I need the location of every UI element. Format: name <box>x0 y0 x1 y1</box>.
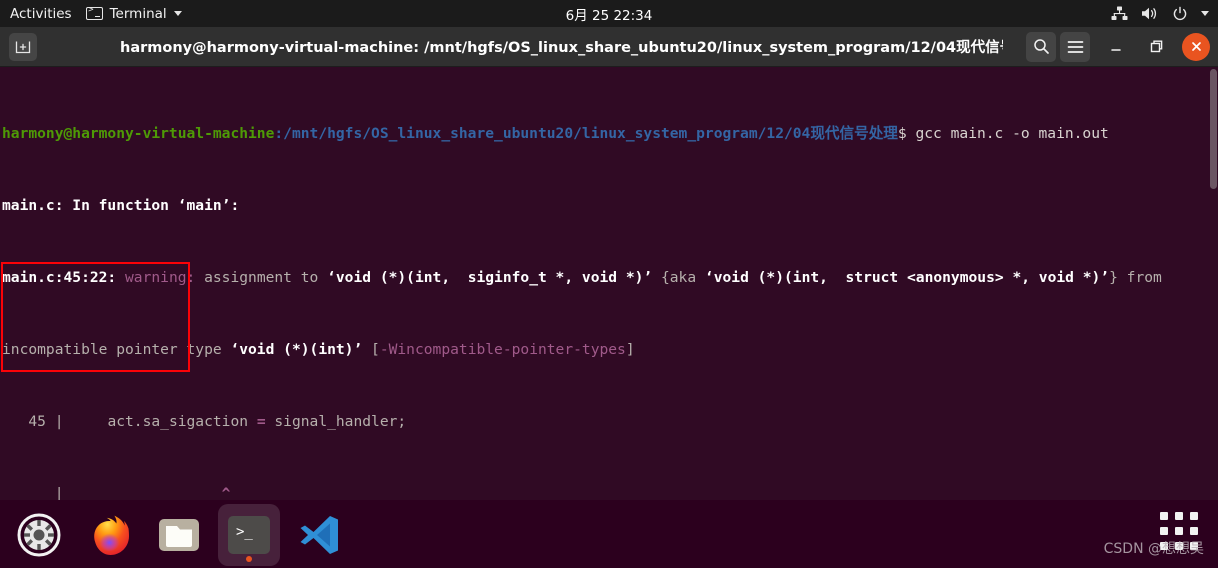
prompt-dollar: $ <box>897 125 916 142</box>
warn-tail: : <box>230 197 240 214</box>
watermark: CSDN @想想吴 <box>1103 541 1204 557</box>
warn-end: } from <box>1109 269 1162 286</box>
terminal-line-warn-2: main.c:45:22: warning: assignment to ‘vo… <box>2 269 1218 287</box>
grid-dot <box>1190 512 1198 520</box>
warn-location: main.c:45:22: <box>2 269 126 286</box>
network-icon[interactable] <box>1111 6 1128 21</box>
clock-label[interactable]: 6月 25 22:34 <box>566 8 653 24</box>
terminal-icon: >_ <box>228 516 270 554</box>
minimize-button[interactable] <box>1102 33 1130 61</box>
warn-aka: {aka <box>652 269 705 286</box>
dock-item-settings[interactable] <box>8 504 70 566</box>
dock-item-files[interactable] <box>148 504 210 566</box>
warn3-bracket-open: [ <box>362 341 380 358</box>
terminal-line-warn-3: incompatible pointer type ‘void (*)(int)… <box>2 341 1218 359</box>
search-button[interactable] <box>1026 31 1056 62</box>
app-menu-terminal[interactable]: Terminal <box>85 5 182 22</box>
close-button[interactable] <box>1182 32 1210 61</box>
prompt-user: harmony@harmony-virtual-machine <box>2 125 275 142</box>
grid-dot <box>1160 527 1168 535</box>
code-text: act.sa_sigaction <box>63 413 257 430</box>
ubuntu-dock: >_ CSDN @想想吴 <box>0 500 1218 568</box>
new-tab-button[interactable] <box>9 32 37 61</box>
power-icon[interactable] <box>1172 6 1188 22</box>
warn3-type: ‘void (*)(int)’ <box>230 341 363 358</box>
volume-icon[interactable] <box>1141 6 1159 21</box>
grid-dot <box>1190 527 1198 535</box>
dock-item-firefox[interactable] <box>78 504 140 566</box>
prompt-path: /mnt/hgfs/OS_linux_share_ubuntu20/linux_… <box>283 125 898 142</box>
grid-dot <box>1175 527 1183 535</box>
folder-icon <box>159 519 199 551</box>
dock-item-terminal[interactable]: >_ <box>218 504 280 566</box>
system-tray <box>1111 6 1209 22</box>
hamburger-menu-button[interactable] <box>1060 31 1090 62</box>
command-gcc: gcc main.c -o main.out <box>915 125 1109 142</box>
running-indicator-dot <box>246 556 252 562</box>
grid-dot <box>1160 512 1168 520</box>
terminal-line-warn-1: main.c: In function ‘main’: <box>2 197 1218 215</box>
terminal-line-code: 45 | act.sa_sigaction = signal_handler; <box>2 413 1218 431</box>
app-menu-label: Terminal <box>109 5 167 22</box>
warn-fn: ‘main’ <box>177 197 231 214</box>
warn3-bracket-close: ] <box>625 341 635 358</box>
warn-head: main.c: In function <box>2 197 178 214</box>
code-equals: = <box>256 413 266 430</box>
warn-type-2: ‘void (*)(int, struct <anonymous> *, voi… <box>704 269 1110 286</box>
window-controls <box>1026 31 1210 62</box>
terminal-scrollbar[interactable] <box>1210 69 1217 189</box>
svg-text:>_: >_ <box>236 524 253 540</box>
warn-keyword: warning: <box>125 269 196 286</box>
terminal-line-prompt-1: harmony@harmony-virtual-machine:/mnt/hgf… <box>2 125 1218 143</box>
prompt-colon: : <box>274 125 284 142</box>
code-lineno: 45 | <box>2 413 64 430</box>
window-title: harmony@harmony-virtual-machine: /mnt/hg… <box>120 40 1003 56</box>
terminal-icon <box>85 5 103 20</box>
vscode-icon <box>300 516 338 554</box>
firefox-icon <box>94 515 129 555</box>
grid-dot <box>1175 512 1183 520</box>
gnome-top-bar: Activities Terminal 6月 25 22:34 <box>0 0 1218 27</box>
window-title-bar: harmony@harmony-virtual-machine: /mnt/hg… <box>0 27 1218 67</box>
warn-text: assignment to <box>195 269 328 286</box>
gear-icon <box>17 513 61 557</box>
warn3-flag: -Wincompatible-pointer-types <box>379 341 626 358</box>
terminal-window: harmony@harmony-virtual-machine: /mnt/hg… <box>0 27 1218 568</box>
dock-item-vscode[interactable] <box>288 504 350 566</box>
activities-button[interactable]: Activities <box>0 6 86 22</box>
terminal-output-area[interactable]: harmony@harmony-virtual-machine:/mnt/hgf… <box>0 67 1218 527</box>
tray-chevron-down-icon[interactable] <box>1201 11 1209 16</box>
dock-items: >_ <box>8 504 350 566</box>
warn3-text: incompatible pointer type <box>2 341 231 358</box>
clock: 6月 25 22:34 <box>0 4 1218 24</box>
chevron-down-icon <box>173 11 182 16</box>
code-rhs: signal_handler; <box>265 413 407 430</box>
warn-type-1: ‘void (*)(int, siginfo_t *, void *)’ <box>327 269 653 286</box>
maximize-button[interactable] <box>1142 33 1170 61</box>
